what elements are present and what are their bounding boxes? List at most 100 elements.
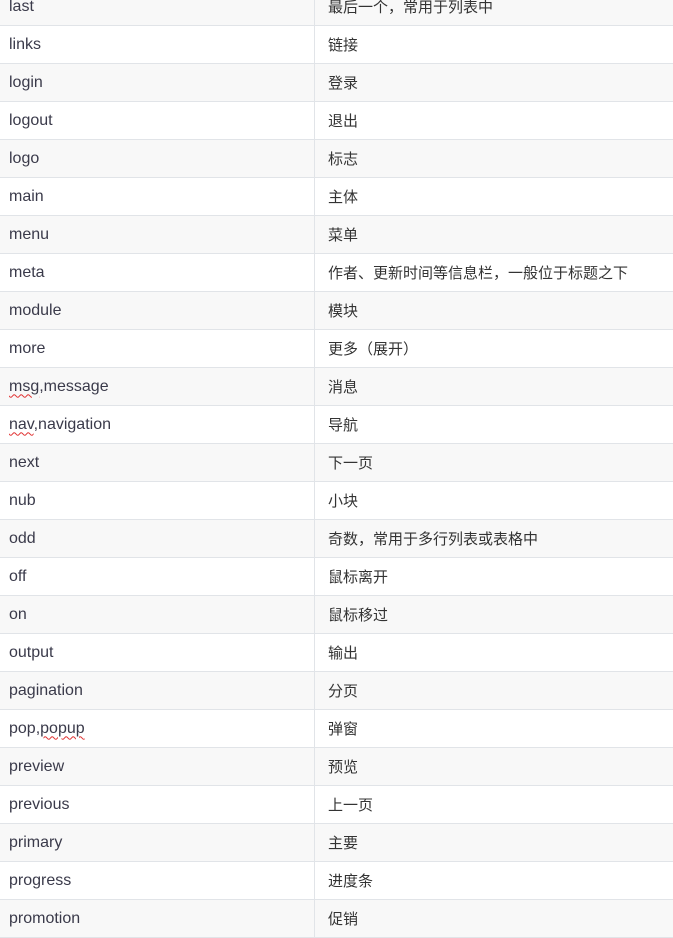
class-name-text: links: [9, 36, 41, 53]
table-row: main 主体: [0, 178, 673, 216]
class-name-text: more: [9, 340, 45, 357]
description-cell: 小块: [315, 482, 673, 520]
description-cell: 导航: [315, 406, 673, 444]
class-name-cell: login: [0, 64, 315, 102]
description-cell: 菜单: [315, 216, 673, 254]
table-row: nav,navigation导航: [0, 406, 673, 444]
class-name-text: off: [9, 568, 27, 585]
description-cell: 作者、更新时间等信息栏，一般位于标题之下: [315, 254, 673, 292]
class-name-cell: logout: [0, 102, 315, 140]
class-name-text: main: [9, 188, 44, 205]
description-cell: 模块: [315, 292, 673, 330]
description-cell: 促销: [315, 900, 673, 938]
description-cell: 主要: [315, 824, 673, 862]
class-name-text: last: [9, 0, 34, 15]
table-row: logout 退出: [0, 102, 673, 140]
description-cell: 最后一个，常用于列表中: [315, 0, 673, 26]
description-cell: 鼠标离开: [315, 558, 673, 596]
table-row: module 模块: [0, 292, 673, 330]
table-row: pagination 分页: [0, 672, 673, 710]
class-name-cell: off: [0, 558, 315, 596]
table-row: more 更多（展开）: [0, 330, 673, 368]
description-cell: 预览: [315, 748, 673, 786]
class-name-cell: links: [0, 26, 315, 64]
table-row: on 鼠标移过: [0, 596, 673, 634]
table-row: progress 进度条: [0, 862, 673, 900]
table-row: preview 预览: [0, 748, 673, 786]
description-cell: 退出: [315, 102, 673, 140]
description-cell: 奇数，常用于多行列表或表格中: [315, 520, 673, 558]
class-name-cell: last: [0, 0, 315, 26]
table-row: meta 作者、更新时间等信息栏，一般位于标题之下: [0, 254, 673, 292]
class-name-cell: on: [0, 596, 315, 634]
description-cell: 弹窗: [315, 710, 673, 748]
description-cell: 进度条: [315, 862, 673, 900]
class-name-text: module: [9, 302, 61, 319]
class-name-cell: progress: [0, 862, 315, 900]
class-name-cell: primary: [0, 824, 315, 862]
class-name-text: login: [9, 74, 43, 91]
table-row: last 最后一个，常用于列表中: [0, 0, 673, 26]
class-name-cell: odd: [0, 520, 315, 558]
description-cell: 登录: [315, 64, 673, 102]
table-row: msg,message消息: [0, 368, 673, 406]
class-name-cell: msg,message: [0, 368, 315, 406]
description-cell: 链接: [315, 26, 673, 64]
description-cell: 分页: [315, 672, 673, 710]
class-name-table: last最后一个，常用于列表中links链接login登录logout退出log…: [0, 0, 673, 938]
class-name-cell: main: [0, 178, 315, 216]
table-row: logo 标志: [0, 140, 673, 178]
table-row: primary 主要: [0, 824, 673, 862]
class-name-text: logout: [9, 112, 53, 129]
class-name-cell: pagination: [0, 672, 315, 710]
class-name-text: ,navigation: [34, 416, 111, 433]
table-row: odd 奇数，常用于多行列表或表格中: [0, 520, 673, 558]
class-name-text: progress: [9, 872, 71, 889]
class-name-text: logo: [9, 150, 39, 167]
class-name-text: on: [9, 606, 27, 623]
class-name-cell: pop,popup: [0, 710, 315, 748]
class-name-text: next: [9, 454, 39, 471]
description-cell: 更多（展开）: [315, 330, 673, 368]
class-name-cell: menu: [0, 216, 315, 254]
class-name-cell: more: [0, 330, 315, 368]
class-name-text: pop,: [9, 720, 40, 737]
class-name-cell: module: [0, 292, 315, 330]
class-name-text: nub: [9, 492, 36, 509]
class-name-text: primary: [9, 834, 62, 851]
class-name-cell: meta: [0, 254, 315, 292]
class-name-text: meta: [9, 264, 45, 281]
description-cell: 上一页: [315, 786, 673, 824]
class-name-cell: logo: [0, 140, 315, 178]
class-name-text: odd: [9, 530, 36, 547]
class-name-text: popup: [40, 720, 85, 737]
description-cell: 输出: [315, 634, 673, 672]
table-row: output 输出: [0, 634, 673, 672]
class-name-text: previous: [9, 796, 69, 813]
table-row: login 登录: [0, 64, 673, 102]
class-name-text: preview: [9, 758, 64, 775]
class-name-cell: promotion: [0, 900, 315, 938]
table-row: pop,popup弹窗: [0, 710, 673, 748]
class-name-text: output: [9, 644, 53, 661]
class-name-cell: preview: [0, 748, 315, 786]
class-name-cell: nub: [0, 482, 315, 520]
class-name-text: promotion: [9, 910, 80, 927]
description-cell: 消息: [315, 368, 673, 406]
class-name-text: menu: [9, 226, 49, 243]
table-row: nub 小块: [0, 482, 673, 520]
table-row: menu 菜单: [0, 216, 673, 254]
description-cell: 标志: [315, 140, 673, 178]
class-name-cell: next: [0, 444, 315, 482]
class-name-cell: nav,navigation: [0, 406, 315, 444]
description-cell: 主体: [315, 178, 673, 216]
class-name-cell: previous: [0, 786, 315, 824]
class-name-text: msg: [9, 378, 39, 395]
class-name-cell: output: [0, 634, 315, 672]
description-cell: 鼠标移过: [315, 596, 673, 634]
class-name-text: pagination: [9, 682, 83, 699]
description-cell: 下一页: [315, 444, 673, 482]
table-row: links 链接: [0, 26, 673, 64]
table-row: promotion 促销: [0, 900, 673, 938]
class-name-text: nav: [9, 416, 34, 433]
